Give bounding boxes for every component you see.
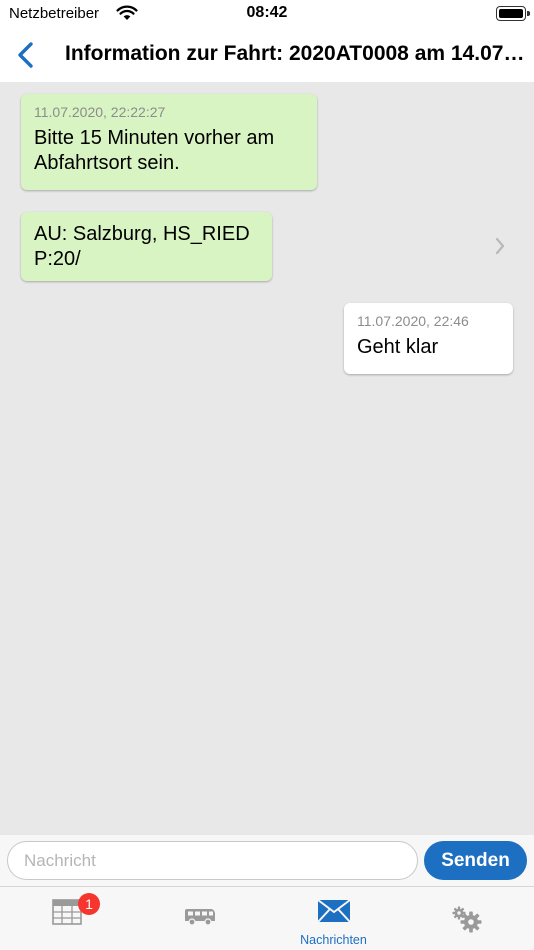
battery-icon <box>496 6 530 21</box>
tab-label: Nachrichten <box>300 933 367 947</box>
tab-settings[interactable] <box>400 887 533 950</box>
message-line: AU: Salzburg, HS_RIED <box>34 223 250 245</box>
tab-messages[interactable]: Nachrichten <box>267 887 400 950</box>
tab-schedule[interactable]: 1 <box>0 887 133 950</box>
envelope-icon <box>316 899 351 928</box>
chevron-left-icon <box>18 42 33 68</box>
page-title: Information zur Fahrt: 2020AT0008 am 14.… <box>65 42 525 65</box>
message-bubble-incoming[interactable]: AU: Salzburg, HS_RIED P:20/ <box>21 212 272 281</box>
status-time: 08:42 <box>246 4 288 21</box>
tab-bus[interactable] <box>133 887 266 950</box>
navigation-bar: Information zur Fahrt: 2020AT0008 am 14.… <box>0 30 534 82</box>
message-timestamp: 11.07.2020, 22:22:27 <box>34 104 166 120</box>
message-bubble-outgoing: 11.07.2020, 22:46 Geht klar <box>344 303 513 374</box>
message-line: Geht klar <box>357 336 439 358</box>
message-composer: Senden <box>0 835 534 886</box>
status-bar: Netzbetreiber 08:42 <box>0 0 534 30</box>
gears-icon <box>451 905 483 938</box>
notification-badge: 1 <box>78 893 100 915</box>
bus-icon <box>183 907 217 932</box>
message-line: Bitte 15 Minuten vorher am <box>34 127 275 149</box>
message-bubble-incoming: 11.07.2020, 22:22:27 Bitte 15 Minuten vo… <box>21 94 317 190</box>
message-line: P:20/ <box>34 248 81 270</box>
message-text: AU: Salzburg, HS_RIED P:20/ <box>34 222 259 272</box>
message-timestamp: 11.07.2020, 22:46 <box>357 313 469 329</box>
message-text: Geht klar <box>357 335 500 360</box>
message-text: Bitte 15 Minuten vorher am Abfahrtsort s… <box>34 126 304 176</box>
message-list[interactable]: 11.07.2020, 22:22:27 Bitte 15 Minuten vo… <box>0 82 534 835</box>
schedule-table-icon <box>51 899 82 930</box>
back-button[interactable] <box>10 38 44 72</box>
message-input[interactable] <box>7 841 418 880</box>
send-button[interactable]: Senden <box>424 841 527 880</box>
tab-bar: 1 Nachrichten <box>0 886 534 950</box>
message-detail-chevron-icon[interactable] <box>493 236 507 256</box>
message-line: Abfahrtsort sein. <box>34 152 180 174</box>
